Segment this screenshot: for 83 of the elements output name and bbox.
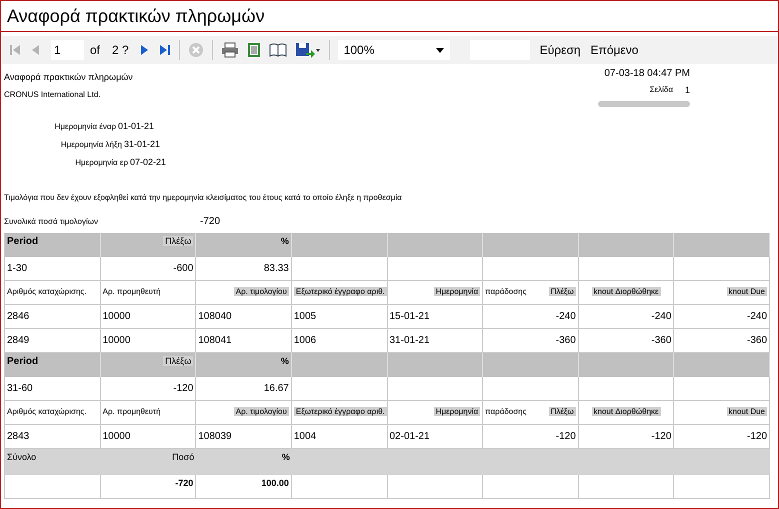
column-header: Ημερομηνία (434, 287, 480, 296)
report-description: Τιμολόγια που δεν έχουν εξοφληθεί κατά την ημερομηνία κλεισίματος του έτους κατά το οποίο έληξε η προθεσμία (4, 193, 403, 202)
table-cell: 100.00 (261, 478, 289, 488)
table-cell: -240 (556, 311, 576, 322)
find-link[interactable]: Εύρεση (540, 43, 581, 57)
table-cell: -120 (556, 431, 576, 442)
date-label: Ημερομηνία λήξη (60, 140, 122, 149)
table-cell: 108040 (198, 311, 232, 322)
table-cell: -240 (651, 311, 672, 322)
column-header: Πλέξω (548, 407, 576, 416)
page-count: 2 ? (112, 43, 129, 57)
table-cell: -360 (556, 335, 576, 346)
page-number: 1 (684, 85, 690, 95)
table-cell: -720 (175, 478, 194, 488)
table-cell: -360 (651, 335, 672, 346)
table-cell: 1004 (294, 431, 316, 442)
table-cell: -360 (746, 335, 767, 346)
column-header: Αρ. προμηθευτή (102, 407, 161, 416)
zoom-dropdown[interactable]: 100% (338, 40, 450, 60)
table-cell: 1005 (294, 311, 316, 322)
column-header: knout Due (726, 287, 767, 296)
print-date: 07-03-18 04:47 PM (604, 68, 690, 79)
first-page-icon (9, 44, 21, 56)
table-cell: 2846 (7, 311, 30, 322)
of-label: of (90, 43, 100, 57)
table-cell: 10000 (102, 311, 130, 322)
column-header: Αρ. τιμολογίου (234, 287, 289, 296)
column-header: Αριθμός καταχώρισης. (7, 287, 86, 296)
caret-icon (436, 48, 444, 52)
column-header: Period (7, 236, 38, 247)
column-header: Αριθμός καταχώρισης. (7, 407, 86, 416)
column-header: Πλέξω (163, 236, 194, 246)
table-cell: -120 (746, 431, 767, 442)
table-cell: 1006 (294, 335, 316, 346)
table-cell: 108041 (198, 335, 232, 346)
page-number-field[interactable]: 1 (51, 40, 84, 60)
table-cell: 108039 (198, 431, 232, 442)
column-header: Ημερομηνία (434, 407, 480, 416)
date-label: Ημερομηνία ερ (74, 158, 128, 167)
table-cell: 31-01-21 (390, 335, 430, 346)
column-header: Αρ. προμηθευτή (102, 287, 161, 296)
column-header: % (280, 236, 289, 246)
column-header: Πλέξω (163, 356, 194, 366)
date-value: 01-01-21 (118, 121, 154, 131)
table-cell: 31-60 (7, 383, 33, 394)
total-value: -720 (200, 216, 220, 227)
table-cell: -240 (746, 311, 767, 322)
report-title: Αναφορά πρακτικών πληρωμών (4, 72, 133, 82)
window-title: Αναφορά πρακτικών πληρωμών (1, 1, 778, 32)
total-label: Συνολικά ποσά τιμολογίων (4, 217, 99, 226)
table-cell: -120 (651, 431, 672, 442)
column-header: Ποσό (172, 452, 194, 462)
table-cell: 15-01-21 (390, 311, 430, 322)
date-label: Ημερομηνία έναρ (54, 122, 116, 131)
column-header: Πλέξω (548, 287, 576, 296)
page-label: Σελίδα (650, 85, 673, 95)
column-header: knout Due (726, 407, 767, 416)
table-cell: 1-30 (7, 263, 28, 274)
last-page-icon (158, 44, 171, 56)
table-cell: 16.67 (264, 383, 289, 394)
column-header: Εξωτερικό έγγραφο αριθ. (294, 287, 387, 296)
table-cell: 10000 (102, 335, 130, 346)
next-link[interactable]: Επόμενο (590, 43, 638, 57)
column-header: % (280, 356, 289, 366)
table-cell: 10000 (102, 431, 130, 442)
column-header: Αρ. τιμολογίου (234, 407, 289, 416)
column-header: % (282, 452, 290, 462)
column-header: παράδοσης (485, 287, 526, 296)
column-header: knout Διορθώθηκε (592, 287, 661, 296)
column-header: knout Διορθώθηκε (592, 407, 661, 416)
table-cell: 2843 (7, 431, 30, 442)
table-cell: -120 (173, 383, 194, 394)
table-cell: 83.33 (264, 263, 289, 274)
company-name: CRONUS International Ltd. (4, 90, 102, 99)
table-cell: 02-01-21 (390, 431, 430, 442)
table-cell: -600 (173, 263, 194, 274)
column-header: Σύνολο (7, 452, 36, 462)
date-value: 31-01-21 (124, 139, 160, 149)
table-cell: 2849 (7, 335, 30, 346)
column-header: Εξωτερικό έγγραφο αριθ. (294, 407, 387, 416)
date-value: 07-02-21 (130, 157, 166, 167)
column-header: Period (7, 356, 38, 367)
column-header: παράδοσης (485, 407, 526, 416)
